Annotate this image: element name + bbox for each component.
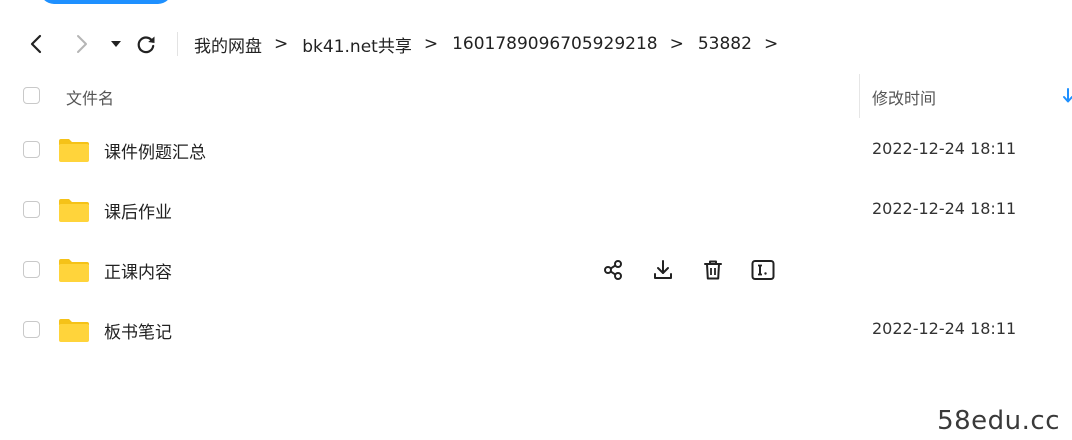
modified-time: 2022-12-24 18:11 bbox=[872, 139, 1017, 158]
column-header-name[interactable]: 文件名 bbox=[66, 85, 114, 109]
file-row-hovered[interactable]: 正课内容 bbox=[0, 240, 1072, 300]
breadcrumb-item-shared[interactable]: bk41.net共享 bbox=[302, 32, 412, 57]
download-button[interactable] bbox=[650, 257, 676, 283]
file-row[interactable]: 板书笔记 2022-12-24 18:11 bbox=[0, 300, 1072, 360]
row-checkbox[interactable] bbox=[23, 261, 40, 278]
caret-down-icon bbox=[111, 41, 121, 47]
back-button[interactable] bbox=[24, 32, 48, 56]
share-button[interactable] bbox=[600, 257, 626, 283]
breadcrumb: 我的网盘 > bk41.net共享 > 1601789096705929218 … bbox=[194, 24, 792, 64]
breadcrumb-separator: > bbox=[763, 34, 779, 54]
modified-time: 2022-12-24 18:11 bbox=[872, 199, 1017, 218]
file-name[interactable]: 板书笔记 bbox=[104, 318, 172, 343]
refresh-button[interactable] bbox=[134, 32, 158, 56]
row-checkbox[interactable] bbox=[23, 141, 40, 158]
upload-button[interactable] bbox=[40, 0, 172, 4]
file-name[interactable]: 正课内容 bbox=[104, 258, 172, 283]
watermark-text: 58edu.cc bbox=[937, 406, 1060, 436]
breadcrumb-item-my-drive[interactable]: 我的网盘 bbox=[194, 32, 262, 57]
rename-button[interactable] bbox=[750, 257, 776, 283]
download-icon bbox=[654, 260, 672, 279]
breadcrumb-separator: > bbox=[669, 34, 684, 54]
forward-button[interactable] bbox=[70, 32, 94, 56]
breadcrumb-separator: > bbox=[423, 34, 439, 54]
file-name[interactable]: 课件例题汇总 bbox=[104, 138, 206, 163]
column-divider[interactable] bbox=[859, 74, 860, 118]
navigation-bar: 我的网盘 > bk41.net共享 > 1601789096705929218 … bbox=[0, 24, 1072, 64]
sort-down-icon[interactable] bbox=[1062, 88, 1072, 104]
delete-button[interactable] bbox=[700, 257, 726, 283]
nav-divider bbox=[177, 32, 178, 56]
rename-icon bbox=[751, 260, 775, 280]
file-name[interactable]: 课后作业 bbox=[104, 198, 172, 223]
breadcrumb-item-current[interactable]: 53882 bbox=[698, 34, 752, 54]
chevron-right-icon bbox=[77, 35, 87, 53]
breadcrumb-item-folder-id[interactable]: 1601789096705929218 bbox=[452, 34, 658, 54]
folder-icon bbox=[59, 319, 89, 342]
row-actions bbox=[600, 257, 800, 283]
share-icon bbox=[604, 260, 622, 280]
file-list-header: 文件名 修改时间 bbox=[0, 74, 1072, 118]
row-checkbox[interactable] bbox=[23, 201, 40, 218]
file-row[interactable]: 课后作业 2022-12-24 18:11 bbox=[0, 180, 1072, 240]
delete-icon bbox=[704, 260, 722, 280]
breadcrumb-separator: > bbox=[274, 34, 289, 54]
file-row[interactable]: 课件例题汇总 2022-12-24 18:11 bbox=[0, 120, 1072, 180]
folder-icon bbox=[59, 139, 89, 162]
folder-icon bbox=[59, 199, 89, 222]
row-checkbox[interactable] bbox=[23, 321, 40, 338]
chevron-left-icon bbox=[30, 34, 42, 54]
folder-icon bbox=[59, 259, 89, 282]
refresh-icon bbox=[137, 36, 155, 54]
select-all-checkbox[interactable] bbox=[23, 87, 40, 104]
modified-time: 2022-12-24 18:11 bbox=[872, 319, 1017, 338]
column-header-modified[interactable]: 修改时间 bbox=[872, 85, 936, 109]
history-dropdown-button[interactable] bbox=[104, 32, 128, 56]
file-browser-page: 我的网盘 > bk41.net共享 > 1601789096705929218 … bbox=[0, 0, 1072, 440]
